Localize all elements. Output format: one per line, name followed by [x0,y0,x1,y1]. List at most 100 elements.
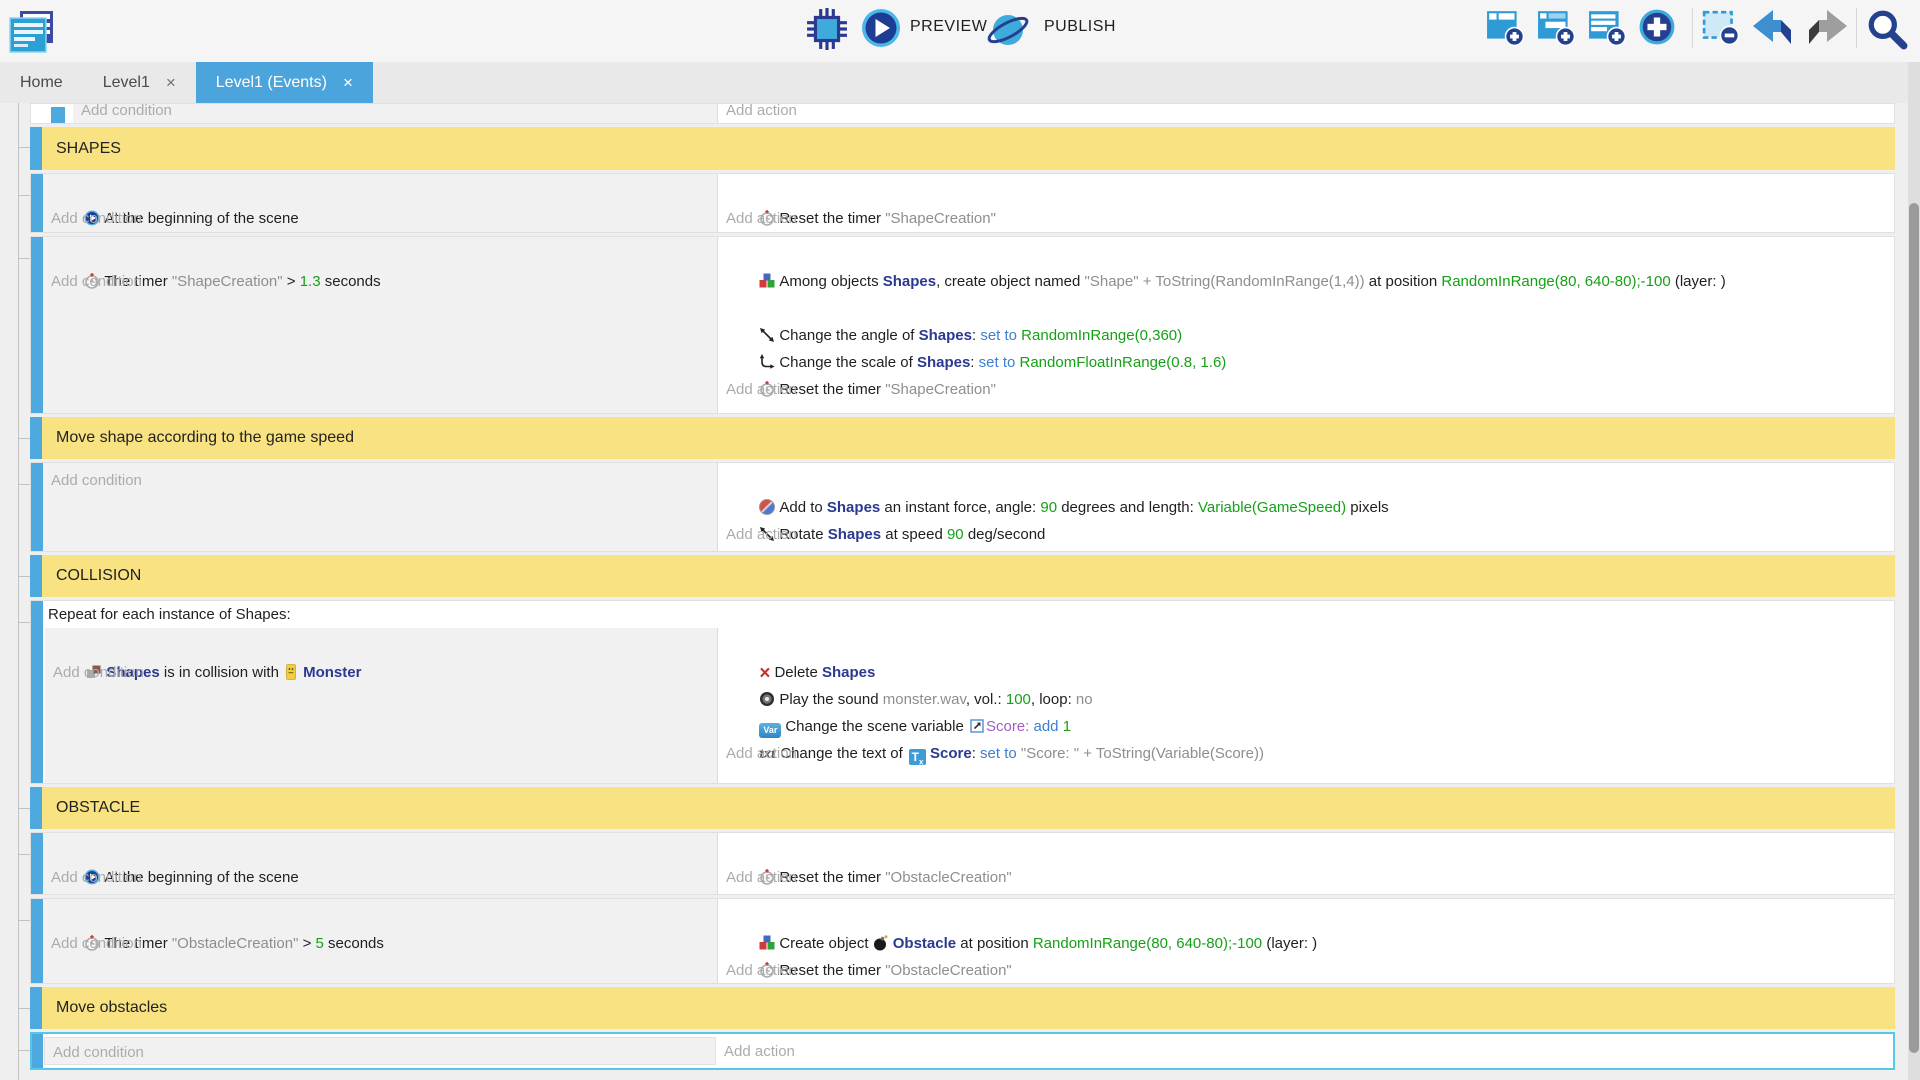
add-action-button[interactable]: Add action [726,376,1886,403]
action-reset-timer[interactable]: Reset the timer "ShapeCreation" [726,178,1886,205]
delete-selection-icon[interactable] [1702,8,1740,46]
tab-level1-events[interactable]: Level1 (Events) × [196,62,373,103]
drag-handle[interactable] [32,1034,43,1068]
event-shapes-begin: At the beginning of the scene Add condit… [30,173,1895,233]
event-foreach-shapes: Repeat for each instance of Shapes: Shap… [30,600,1895,784]
action-create-obstacle[interactable]: Create object Obstacle at position Rando… [726,903,1886,930]
add-action-button[interactable]: Add action [726,864,1886,891]
drag-handle[interactable] [30,787,42,829]
create-object-icon [759,273,775,289]
drag-handle[interactable] [31,601,43,783]
action-rotate[interactable]: Rotate Shapes at speed 90 deg/second [726,494,1886,521]
vertical-scrollbar-thumb[interactable] [1909,203,1919,1053]
tree-connector [18,438,30,439]
debugger-icon[interactable] [806,8,848,50]
action-reset-timer[interactable]: Reset the timer "ObstacleCreation" [726,837,1886,864]
preview-play-icon[interactable] [861,8,901,48]
condition-timer-shapecreation[interactable]: The timer "ShapeCreation" > 1.3 seconds [51,241,709,268]
drag-handle[interactable] [31,899,43,983]
add-condition-button[interactable]: Add condition [53,1039,707,1066]
add-action-button[interactable]: Add action [726,205,1886,232]
action-change-scene-variable[interactable]: VarChange the scene variable Score: add … [726,686,1886,713]
action-delete-shapes[interactable]: ×Delete Shapes [726,632,1886,659]
group-header-collision[interactable]: COLLISION [30,555,1895,597]
action-change-angle[interactable]: Change the angle of Shapes: set to Rando… [726,295,1886,322]
action-reset-timer[interactable]: Reset the timer "ObstacleCreation" [726,930,1886,957]
main-toolbar: PREVIEW PUBLISH [0,0,1920,62]
add-action-button[interactable]: Add action [726,957,1886,984]
add-subevent-icon[interactable] [1537,8,1575,46]
condition-collision[interactable]: Shapes is in collision with Monster [53,632,709,659]
add-action-button[interactable]: Add action [724,1038,1885,1065]
action-reset-timer[interactable]: Reset the timer "ShapeCreation" [726,349,1886,376]
event-shape-timer: The timer "ShapeCreation" > 1.3 seconds … [30,236,1895,414]
event-tree-line [18,103,19,1080]
tree-connector [18,147,30,148]
close-icon[interactable]: × [166,73,176,93]
drag-handle[interactable] [31,174,43,232]
tab-home[interactable]: Home [0,62,83,103]
preview-button[interactable]: PREVIEW [910,18,987,36]
publish-button[interactable]: PUBLISH [1044,18,1116,36]
add-condition-button[interactable]: Add condition [51,205,709,232]
condition-begin-scene[interactable]: At the beginning of the scene [51,837,709,864]
drag-handle[interactable] [51,107,65,124]
close-icon[interactable]: × [343,73,353,93]
tree-connector [18,484,30,485]
condition-timer-obstaclecreation[interactable]: The timer "ObstacleCreation" > 5 seconds [51,903,709,930]
add-condition-button[interactable]: Add condition [53,659,709,686]
event-obstacle-timer: The timer "ObstacleCreation" > 5 seconds… [30,898,1895,984]
drag-handle[interactable] [30,987,42,1029]
redo-icon[interactable] [1804,8,1850,48]
tree-connector [18,258,30,259]
tree-connector [18,808,30,809]
condition-begin-scene[interactable]: At the beginning of the scene [51,178,709,205]
add-condition-button[interactable]: Add condition [81,103,709,124]
gdevelop-events-editor: PREVIEW PUBLISH [0,0,1920,1080]
action-change-scale[interactable]: Change the scale of Shapes: set to Rando… [726,322,1886,349]
add-action-button[interactable]: Add action [726,521,1886,548]
tab-level1-label: Level1 [103,74,150,92]
add-event-icon[interactable] [1486,8,1524,46]
add-condition-button[interactable]: Add condition [51,467,709,494]
event-move-shape: Add condition Add to Shapes an instant f… [30,462,1895,552]
add-condition-button[interactable]: Add condition [51,930,709,957]
search-icon[interactable] [1866,8,1908,50]
tree-connector [18,1050,30,1051]
drag-handle[interactable] [30,417,42,459]
tree-connector [18,920,30,921]
add-condition-button[interactable]: Add condition [51,864,709,891]
drag-handle[interactable] [31,833,43,894]
group-header-obstacle[interactable]: OBSTACLE [30,787,1895,829]
drag-handle[interactable] [31,237,43,413]
drag-handle[interactable] [30,555,42,597]
tree-connector [18,576,30,577]
add-action-button[interactable]: Add action [726,740,1886,767]
toolbar-separator [1692,8,1693,48]
action-change-text[interactable]: txtChange the text of TxScore: set to "S… [726,713,1886,740]
group-header-shapes[interactable]: SHAPES [30,127,1895,170]
event-move-obstacles-selected[interactable]: Add condition Add action [30,1032,1895,1070]
group-header-move-shape[interactable]: Move shape according to the game speed [30,417,1895,459]
action-play-sound[interactable]: Play the sound monster.wav, vol.: 100, l… [726,659,1886,686]
toolbar-separator [1856,8,1857,48]
publish-globe-icon[interactable] [988,10,1028,50]
tab-level1-scene[interactable]: Level1 × [83,62,196,103]
group-title: SHAPES [56,127,121,170]
drag-handle[interactable] [30,127,42,170]
tab-bar: Home Level1 × Level1 (Events) × [0,62,1920,103]
app-logo-icon[interactable] [9,10,55,56]
action-add-force[interactable]: Add to Shapes an instant force, angle: 9… [726,467,1886,494]
drag-handle[interactable] [31,463,43,551]
tree-connector [18,195,30,196]
add-action-button[interactable]: Add action [726,103,1886,124]
foreach-header[interactable]: Repeat for each instance of Shapes: [48,602,291,628]
undo-icon[interactable] [1750,8,1796,48]
event-row-clipped[interactable]: Add condition Add action [30,103,1895,124]
add-other-event-icon[interactable] [1638,8,1676,46]
add-comment-icon[interactable] [1588,8,1626,46]
event-obstacle-begin: At the beginning of the scene Add condit… [30,832,1895,895]
add-condition-button[interactable]: Add condition [51,268,709,295]
group-header-move-obstacles[interactable]: Move obstacles [30,987,1895,1029]
tab-level1-events-label: Level1 (Events) [216,74,327,92]
